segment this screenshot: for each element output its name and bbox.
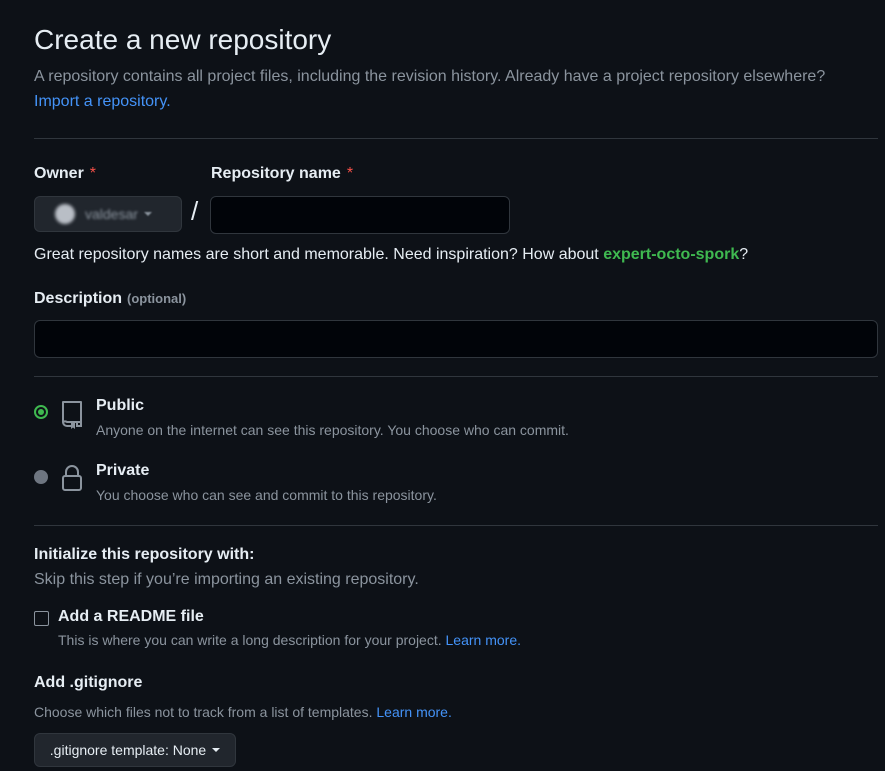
description-label: Description (optional): [34, 290, 186, 308]
lock-icon: [62, 465, 82, 491]
avatar: [55, 204, 75, 224]
name-hint-text: Great repository names are short and mem…: [34, 246, 599, 263]
private-radio[interactable]: [34, 470, 48, 484]
owner-label-text: Owner: [34, 165, 84, 182]
repo-name-label: Repository name *: [211, 165, 353, 183]
optional-tag: (optional): [127, 291, 187, 306]
name-hint-end: ?: [739, 246, 749, 263]
owner-repo-separator: /: [191, 196, 199, 226]
divider: [34, 376, 878, 377]
owner-name: valdesar: [85, 206, 138, 222]
owner-select-button[interactable]: valdesar: [34, 196, 182, 232]
init-section-title: Initialize this repository with:: [34, 546, 255, 563]
chevron-down-icon: [143, 212, 152, 216]
gitignore-template-button[interactable]: .gitignore template: None: [34, 733, 236, 767]
name-hint: Great repository names are short and mem…: [34, 246, 748, 264]
gitignore-desc-text: Choose which files not to track from a l…: [34, 704, 373, 720]
repo-name-label-text: Repository name: [211, 165, 341, 182]
gitignore-desc: Choose which files not to track from a l…: [34, 704, 452, 720]
divider: [34, 138, 878, 139]
page-subtitle: A repository contains all project files,…: [34, 68, 826, 85]
public-option-title: Public: [96, 397, 145, 414]
description-input[interactable]: [34, 320, 878, 358]
readme-desc-text: This is where you can write a long descr…: [58, 632, 442, 648]
repo-icon: [62, 401, 82, 429]
public-radio[interactable]: [34, 405, 48, 419]
gitignore-title: Add .gitignore: [34, 674, 143, 691]
required-mark: *: [89, 165, 97, 182]
gitignore-template-label: .gitignore template: None: [49, 742, 207, 758]
readme-learn-more-link[interactable]: Learn more.: [446, 632, 521, 648]
gitignore-learn-more-link[interactable]: Learn more.: [376, 704, 451, 720]
readme-label: Add a README file: [58, 608, 204, 625]
import-repository-link[interactable]: Import a repository.: [34, 93, 171, 111]
required-mark: *: [346, 165, 354, 182]
readme-desc: This is where you can write a long descr…: [58, 632, 521, 648]
public-option-desc: Anyone on the internet can see this repo…: [96, 422, 569, 438]
owner-label: Owner *: [34, 165, 96, 183]
page-title: Create a new repository: [34, 24, 332, 55]
readme-checkbox[interactable]: [34, 611, 49, 626]
name-suggestion-link[interactable]: expert-octo-spork: [603, 246, 739, 263]
private-option-title: Private: [96, 462, 150, 479]
divider: [34, 525, 878, 526]
private-option-desc: You choose who can see and commit to thi…: [96, 487, 437, 503]
description-label-text: Description: [34, 290, 123, 307]
init-section-subtitle: Skip this step if you’re importing an ex…: [34, 571, 419, 588]
repo-name-input[interactable]: [210, 196, 510, 234]
chevron-down-icon: [212, 748, 221, 752]
create-repo-page: Create a new repository A repository con…: [0, 0, 885, 771]
